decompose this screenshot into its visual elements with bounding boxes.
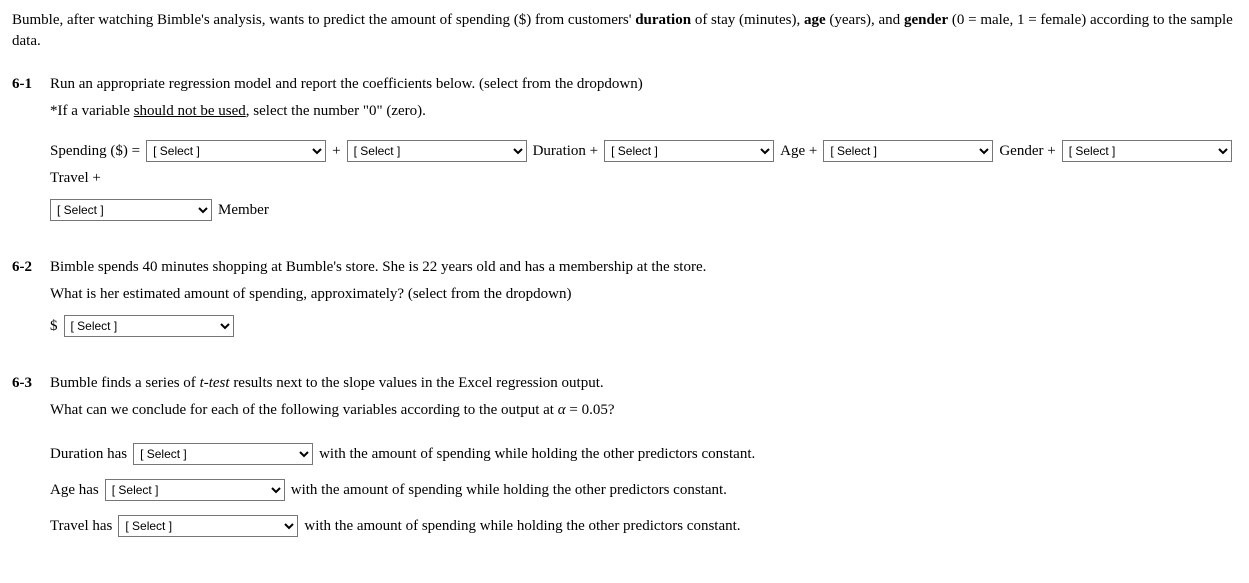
intro-text: Bumble, after watching Bimble's analysis… (12, 12, 635, 28)
question-6-3: 6-3 Bumble finds a series of t-test resu… (12, 373, 1237, 547)
question-text: What can we conclude for each of the fol… (50, 400, 1237, 421)
conclusion-tail: with the amount of spending while holdin… (304, 516, 740, 537)
equation-var-travel: Travel + (50, 168, 101, 189)
question-number: 6-3 (12, 373, 40, 394)
equation-var-age: Age + (780, 141, 817, 162)
select-estimated-spending[interactable]: [ Select ] (64, 315, 234, 337)
equation-var-duration: Duration + (533, 141, 599, 162)
duration-label: Duration has (50, 444, 127, 465)
select-duration-conclusion[interactable]: [ Select ] (133, 443, 313, 465)
select-age-conclusion[interactable]: [ Select ] (105, 479, 285, 501)
ttest-italic: t-test (200, 375, 230, 391)
select-coef-duration[interactable]: [ Select ] (347, 140, 527, 162)
equation-lhs: Spending ($) = (50, 141, 140, 162)
select-intercept[interactable]: [ Select ] (146, 140, 326, 162)
question-text: What is her estimated amount of spending… (50, 284, 1237, 305)
question-6-2: 6-2 Bimble spends 40 minutes shopping at… (12, 257, 1237, 347)
intro-paragraph: Bumble, after watching Bimble's analysis… (12, 10, 1237, 52)
question-6-1: 6-1 Run an appropriate regression model … (12, 74, 1237, 231)
question-text: Bimble spends 40 minutes shopping at Bum… (50, 257, 1237, 278)
question-number: 6-2 (12, 257, 40, 278)
conclusion-tail: with the amount of spending while holdin… (291, 480, 727, 501)
select-coef-age[interactable]: [ Select ] (604, 140, 774, 162)
intro-text: of stay (minutes), (691, 12, 804, 28)
question-text: Bumble finds a series of t-test results … (50, 373, 1237, 394)
travel-label: Travel has (50, 516, 112, 537)
intro-text: (years), and (826, 12, 904, 28)
equation-var-member: Member (218, 200, 269, 221)
conclusion-tail: with the amount of spending while holdin… (319, 444, 755, 465)
select-coef-gender[interactable]: [ Select ] (823, 140, 993, 162)
equation-plus: + (332, 141, 340, 162)
intro-bold-duration: duration (635, 12, 691, 28)
intro-bold-age: age (804, 12, 826, 28)
alpha-symbol: α (558, 402, 566, 418)
select-travel-conclusion[interactable]: [ Select ] (118, 515, 298, 537)
equation-var-gender: Gender + (999, 141, 1055, 162)
select-coef-member[interactable]: [ Select ] (50, 199, 212, 221)
underlined-text: should not be used (134, 103, 246, 119)
question-number: 6-1 (12, 74, 40, 95)
age-label: Age has (50, 480, 99, 501)
intro-bold-gender: gender (904, 12, 948, 28)
dollar-sign: $ (50, 316, 58, 337)
select-coef-travel[interactable]: [ Select ] (1062, 140, 1232, 162)
question-note: *If a variable should not be used, selec… (50, 101, 1237, 122)
question-text: Run an appropriate regression model and … (50, 74, 1237, 95)
